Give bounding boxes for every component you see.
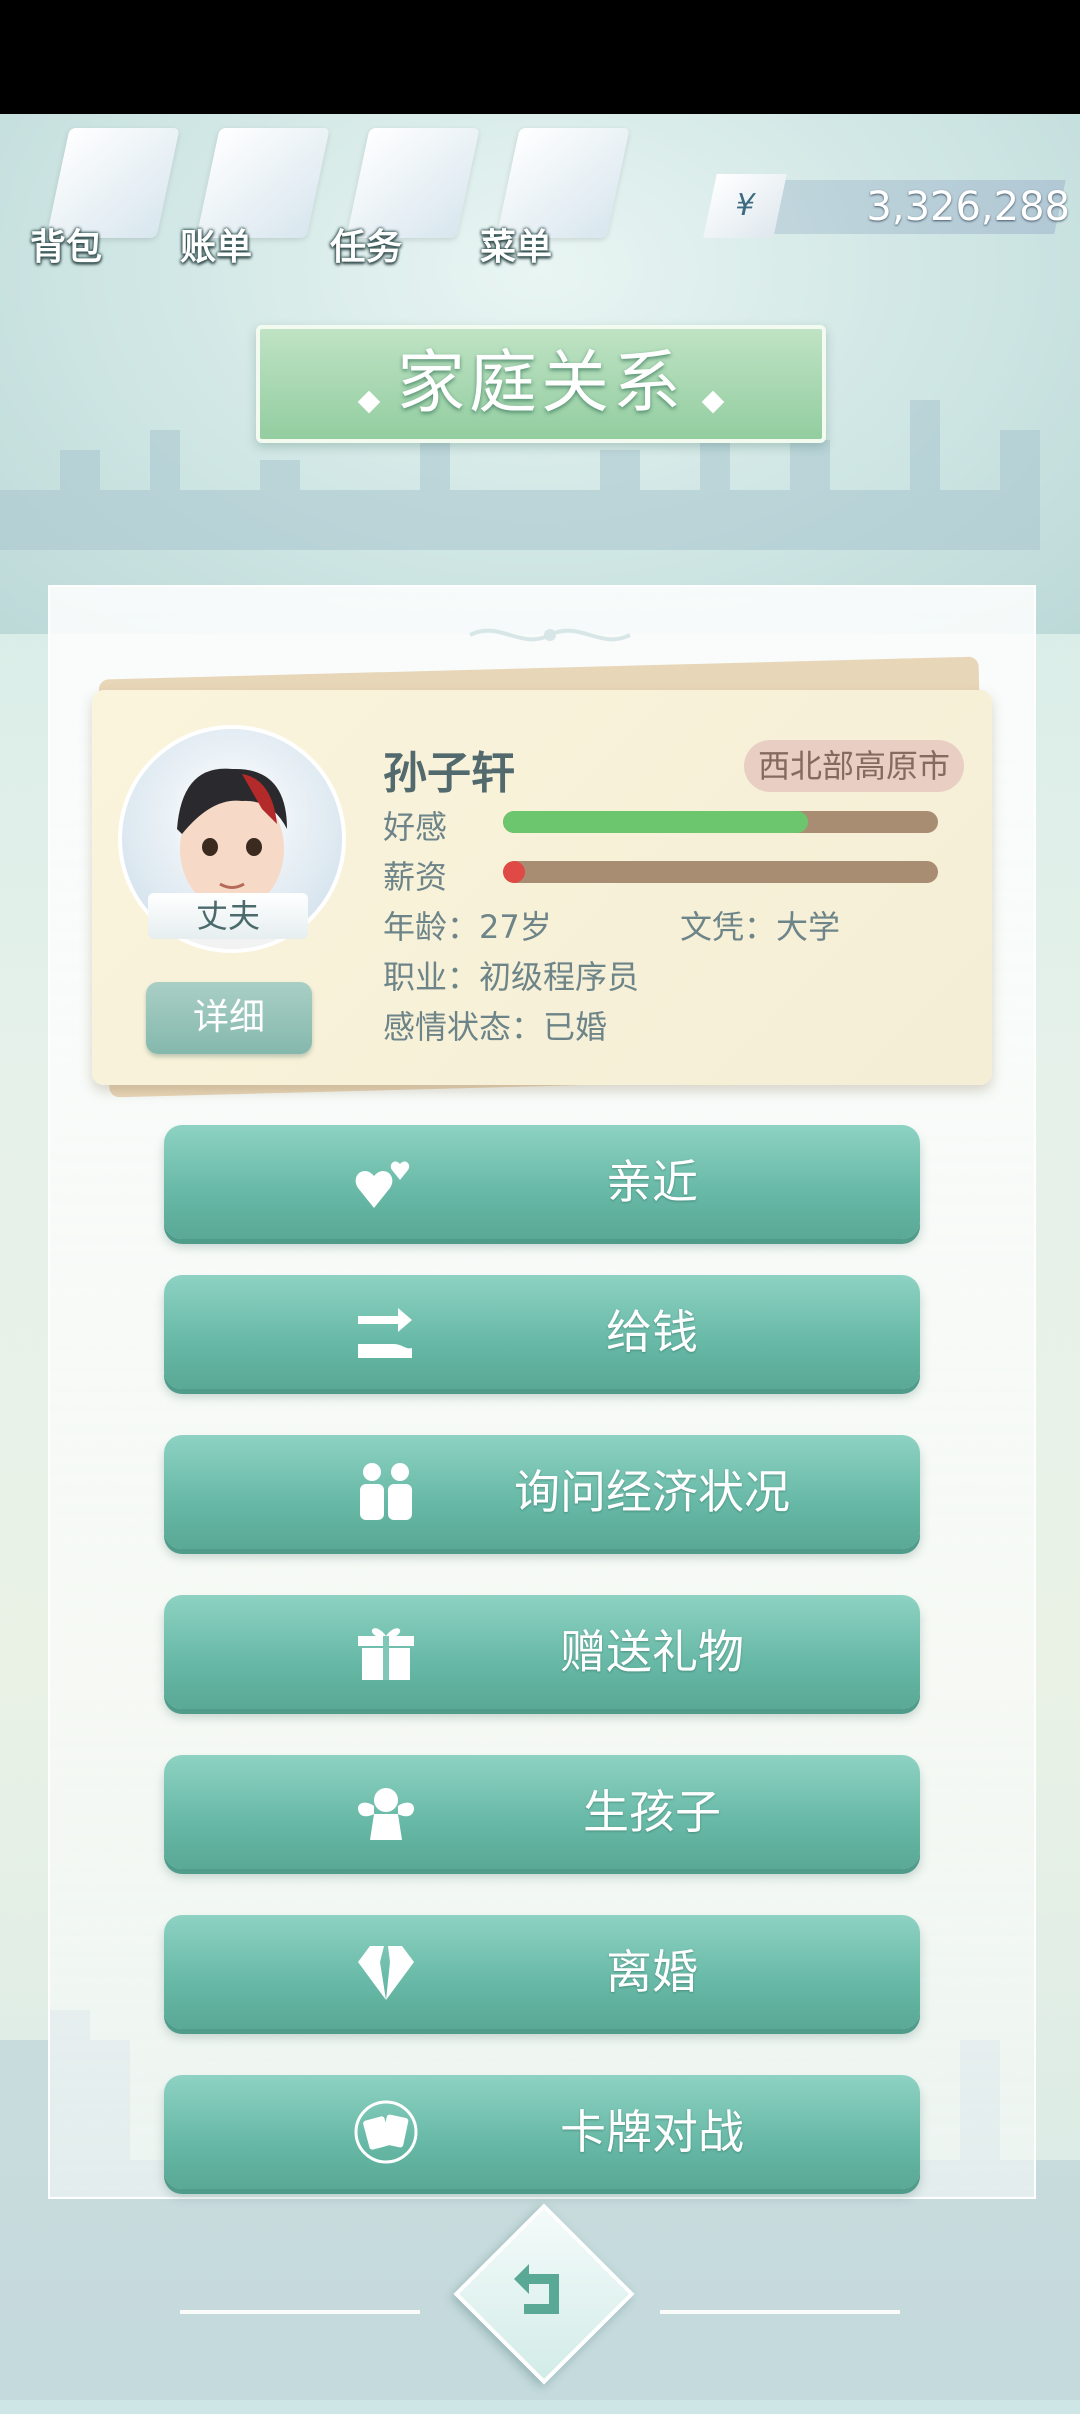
- education-text: 文凭：大学: [680, 908, 841, 946]
- salary-bar: [503, 861, 938, 883]
- action-button-have-child[interactable]: 生孩子: [164, 1755, 920, 1869]
- affection-label: 好感: [383, 808, 448, 846]
- menu-item-bag[interactable]: 背包: [30, 128, 180, 268]
- action-button-give-money[interactable]: 给钱: [164, 1275, 920, 1389]
- ornament-icon: [469, 628, 631, 642]
- diamond-icon: [357, 390, 381, 413]
- age-text: 年龄：27岁: [383, 908, 552, 946]
- money-value: 3,326,288: [866, 184, 1070, 230]
- divider-left: [180, 2310, 420, 2314]
- broken-diamond-icon: [358, 1946, 414, 2000]
- action-button-card-battle[interactable]: 卡牌对战: [164, 2075, 920, 2189]
- hearts-icon: [355, 1161, 410, 1208]
- page-title: 家庭关系: [256, 325, 826, 443]
- affection-bar: [503, 811, 938, 833]
- money-display: ¥ 3,326,288: [700, 174, 1070, 238]
- menu-item-bill[interactable]: 账单: [180, 128, 330, 268]
- menu-item-task[interactable]: 任务: [330, 128, 480, 268]
- salary-label: 薪资: [383, 858, 448, 896]
- people-icon: [360, 1463, 412, 1520]
- relationship-text: 感情状态：已婚: [383, 1008, 608, 1046]
- salary-bar-fill: [503, 861, 525, 883]
- gift-icon: [358, 1628, 414, 1680]
- status-bar: [0, 0, 1080, 114]
- job-text: 职业：初级程序员: [383, 958, 640, 996]
- detail-button[interactable]: 详细: [146, 982, 312, 1054]
- city-badge: 西北部高原市: [744, 740, 965, 792]
- give-money-icon: [358, 1308, 412, 1358]
- cards-icon: [354, 2100, 418, 2164]
- character-name: 孙子轩: [383, 748, 515, 799]
- angel-icon: [357, 1788, 415, 1840]
- role-label: 丈夫: [148, 893, 308, 939]
- action-button-divorce[interactable]: 离婚: [164, 1915, 920, 2029]
- divider-right: [660, 2310, 900, 2314]
- affection-bar-fill: [503, 811, 808, 833]
- yen-icon: ¥: [703, 174, 787, 238]
- action-button-approach[interactable]: 亲近: [164, 1125, 920, 1239]
- action-button-ask-finance[interactable]: 询问经济状况: [164, 1435, 920, 1549]
- return-arrow-icon: [514, 2264, 559, 2314]
- action-button-gift[interactable]: 赠送礼物: [164, 1595, 920, 1709]
- diamond-icon: [701, 390, 725, 413]
- menu-item-menu[interactable]: 菜单: [480, 128, 630, 268]
